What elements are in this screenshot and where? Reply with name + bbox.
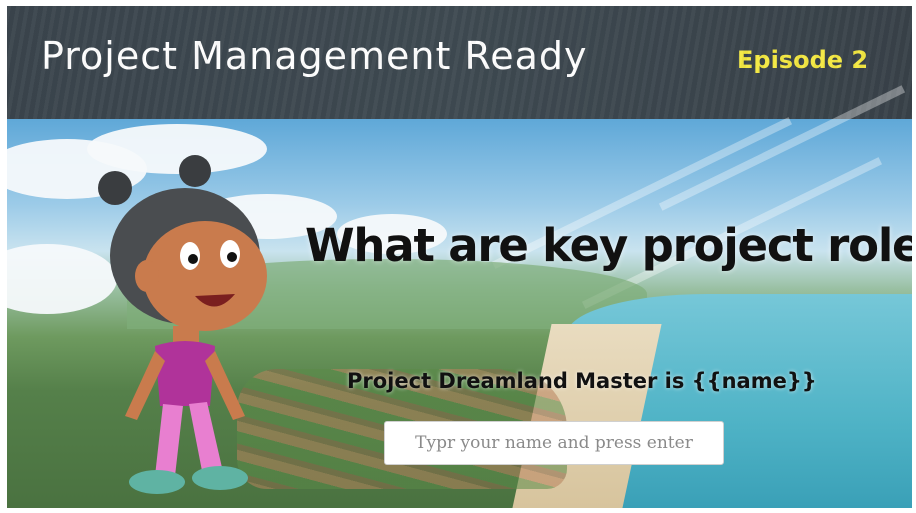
- cartoon-girl-character-illustration: [98, 155, 267, 494]
- question-heading: What are key project roles?: [305, 219, 912, 272]
- name-input[interactable]: [384, 421, 724, 465]
- episode-label: Episode 2: [737, 46, 869, 74]
- header-bar: Project Management Ready Episode 2: [7, 6, 912, 119]
- dreamland-master-line: Project Dreamland Master is {{name}}: [347, 369, 817, 393]
- course-title: Project Management Ready: [41, 34, 588, 78]
